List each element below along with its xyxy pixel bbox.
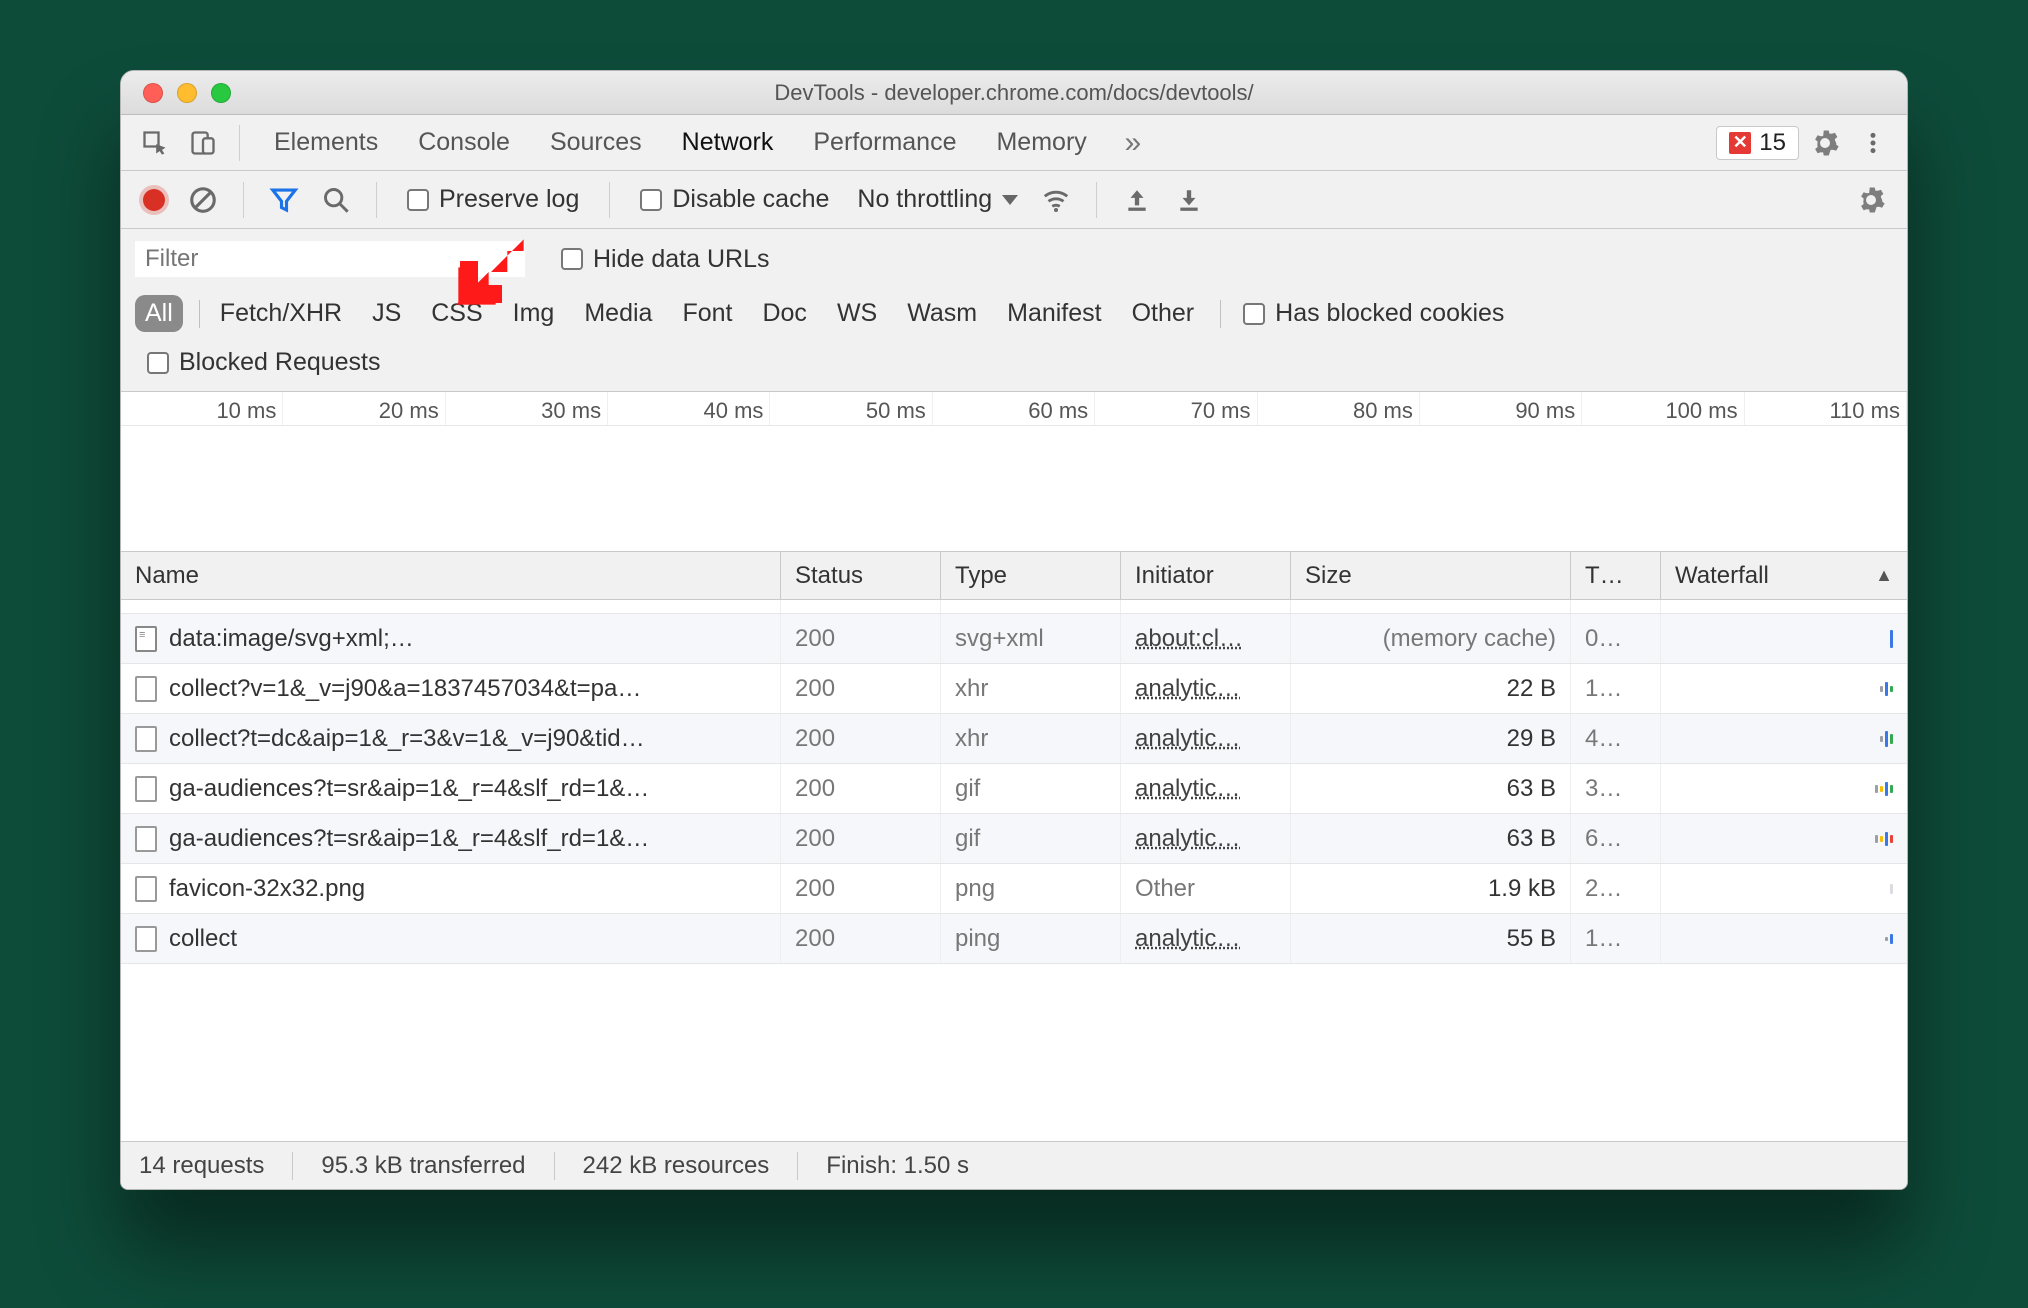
device-toggle-icon[interactable]: [181, 121, 225, 165]
export-har-icon[interactable]: [1167, 178, 1211, 222]
tab-sources[interactable]: Sources: [530, 115, 662, 171]
preserve-log-checkbox[interactable]: Preserve log: [407, 185, 579, 214]
filter-type-media[interactable]: Media: [574, 295, 662, 332]
status-item: 242 kB resources: [583, 1152, 770, 1180]
file-icon: [135, 776, 157, 802]
error-icon: ✕: [1729, 132, 1751, 154]
close-window-button[interactable]: [143, 83, 163, 103]
inspect-element-icon[interactable]: [133, 121, 177, 165]
table-row[interactable]: [121, 600, 1907, 614]
col-waterfall[interactable]: Waterfall▲: [1661, 552, 1907, 599]
table-row[interactable]: favicon-32x32.png200pngOther1.9 kB2…: [121, 864, 1907, 914]
col-initiator[interactable]: Initiator: [1121, 552, 1291, 599]
tab-elements[interactable]: Elements: [254, 115, 398, 171]
table-row[interactable]: collect?t=dc&aip=1&_r=3&v=1&_v=j90&tid…2…: [121, 714, 1907, 764]
status-item: 14 requests: [139, 1152, 264, 1180]
network-conditions-icon[interactable]: [1034, 178, 1078, 222]
separator: [239, 125, 240, 161]
throttling-select[interactable]: No throttling: [857, 185, 1018, 214]
filter-type-wasm[interactable]: Wasm: [897, 295, 987, 332]
table-row[interactable]: ga-audiences?t=sr&aip=1&_r=4&slf_rd=1&…2…: [121, 814, 1907, 864]
filter-type-js[interactable]: JS: [362, 295, 411, 332]
zoom-window-button[interactable]: [211, 83, 231, 103]
tab-performance[interactable]: Performance: [793, 115, 976, 171]
chevron-down-icon: [1002, 195, 1018, 205]
tab-console[interactable]: Console: [398, 115, 530, 171]
network-toolbar: Preserve log Disable cache No throttling: [121, 171, 1907, 229]
overview-timeline[interactable]: 10 ms20 ms30 ms40 ms50 ms60 ms70 ms80 ms…: [121, 392, 1907, 552]
grid-body: ≡data:image/svg+xml;…200svg+xmlabout:cl……: [121, 600, 1907, 1141]
col-status[interactable]: Status: [781, 552, 941, 599]
minimize-window-button[interactable]: [177, 83, 197, 103]
status-bar: 14 requests 95.3 kB transferred 242 kB res…: [121, 1141, 1907, 1189]
col-size[interactable]: Size: [1291, 552, 1571, 599]
traffic-lights: [121, 83, 231, 103]
filter-type-ws[interactable]: WS: [827, 295, 887, 332]
table-row[interactable]: ≡data:image/svg+xml;…200svg+xmlabout:cl……: [121, 614, 1907, 664]
import-har-icon[interactable]: [1115, 178, 1159, 222]
titlebar: DevTools - developer.chrome.com/docs/dev…: [121, 71, 1907, 115]
panel-tabs: ElementsConsoleSourcesNetworkPerformance…: [121, 115, 1907, 171]
has-blocked-cookies-checkbox[interactable]: Has blocked cookies: [1243, 299, 1504, 328]
filter-type-font[interactable]: Font: [672, 295, 742, 332]
devtools-window: DevTools - developer.chrome.com/docs/dev…: [120, 70, 1908, 1190]
clear-log-icon[interactable]: [181, 178, 225, 222]
file-icon: [135, 726, 157, 752]
file-icon: [135, 676, 157, 702]
blocked-requests-checkbox[interactable]: Blocked Requests: [147, 348, 381, 377]
filter-type-img[interactable]: Img: [503, 295, 565, 332]
table-row[interactable]: ga-audiences?t=sr&aip=1&_r=4&slf_rd=1&…2…: [121, 764, 1907, 814]
kebab-menu-icon[interactable]: [1851, 121, 1895, 165]
file-icon: [135, 826, 157, 852]
disable-cache-checkbox[interactable]: Disable cache: [640, 185, 829, 214]
filter-bar: Hide data URLs All Fetch/XHR JS CSS ImgMedia…: [121, 229, 1907, 392]
file-icon: [135, 926, 157, 952]
status-item: Finish: 1.50 s: [826, 1152, 969, 1180]
error-count: 15: [1759, 129, 1786, 157]
hide-data-urls-checkbox[interactable]: Hide data URLs: [561, 245, 769, 274]
filter-type-css[interactable]: CSS: [421, 295, 492, 332]
tab-network[interactable]: Network: [662, 115, 794, 171]
search-icon[interactable]: [314, 178, 358, 222]
requests-grid: NameStatusTypeInitiatorSizeT…Waterfall▲ …: [121, 552, 1907, 1141]
file-icon: [135, 876, 157, 902]
record-button[interactable]: [143, 189, 165, 211]
filter-type-manifest[interactable]: Manifest: [997, 295, 1111, 332]
more-tabs-icon[interactable]: »: [1111, 121, 1155, 165]
file-icon: ≡: [135, 626, 157, 652]
tab-memory[interactable]: Memory: [976, 115, 1106, 171]
network-settings-gear-icon[interactable]: [1849, 178, 1893, 222]
table-row[interactable]: collect200pinganalytic…55 B1…: [121, 914, 1907, 964]
status-item: 95.3 kB transferred: [321, 1152, 525, 1180]
filter-type-other[interactable]: Other: [1122, 295, 1205, 332]
col-t[interactable]: T…: [1571, 552, 1661, 599]
col-name[interactable]: Name: [121, 552, 781, 599]
filter-toggle-icon[interactable]: [262, 178, 306, 222]
col-type[interactable]: Type: [941, 552, 1121, 599]
error-count-pill[interactable]: ✕ 15: [1716, 126, 1799, 160]
filter-input[interactable]: [135, 241, 525, 277]
filter-type-fetchxhr[interactable]: Fetch/XHR: [210, 295, 352, 332]
settings-gear-icon[interactable]: [1803, 121, 1847, 165]
filter-type-doc[interactable]: Doc: [752, 295, 816, 332]
window-title: DevTools - developer.chrome.com/docs/dev…: [121, 80, 1907, 106]
grid-header: NameStatusTypeInitiatorSizeT…Waterfall▲: [121, 552, 1907, 600]
filter-type-all[interactable]: All: [135, 295, 183, 332]
table-row[interactable]: collect?v=1&_v=j90&a=1837457034&t=pa…200…: [121, 664, 1907, 714]
